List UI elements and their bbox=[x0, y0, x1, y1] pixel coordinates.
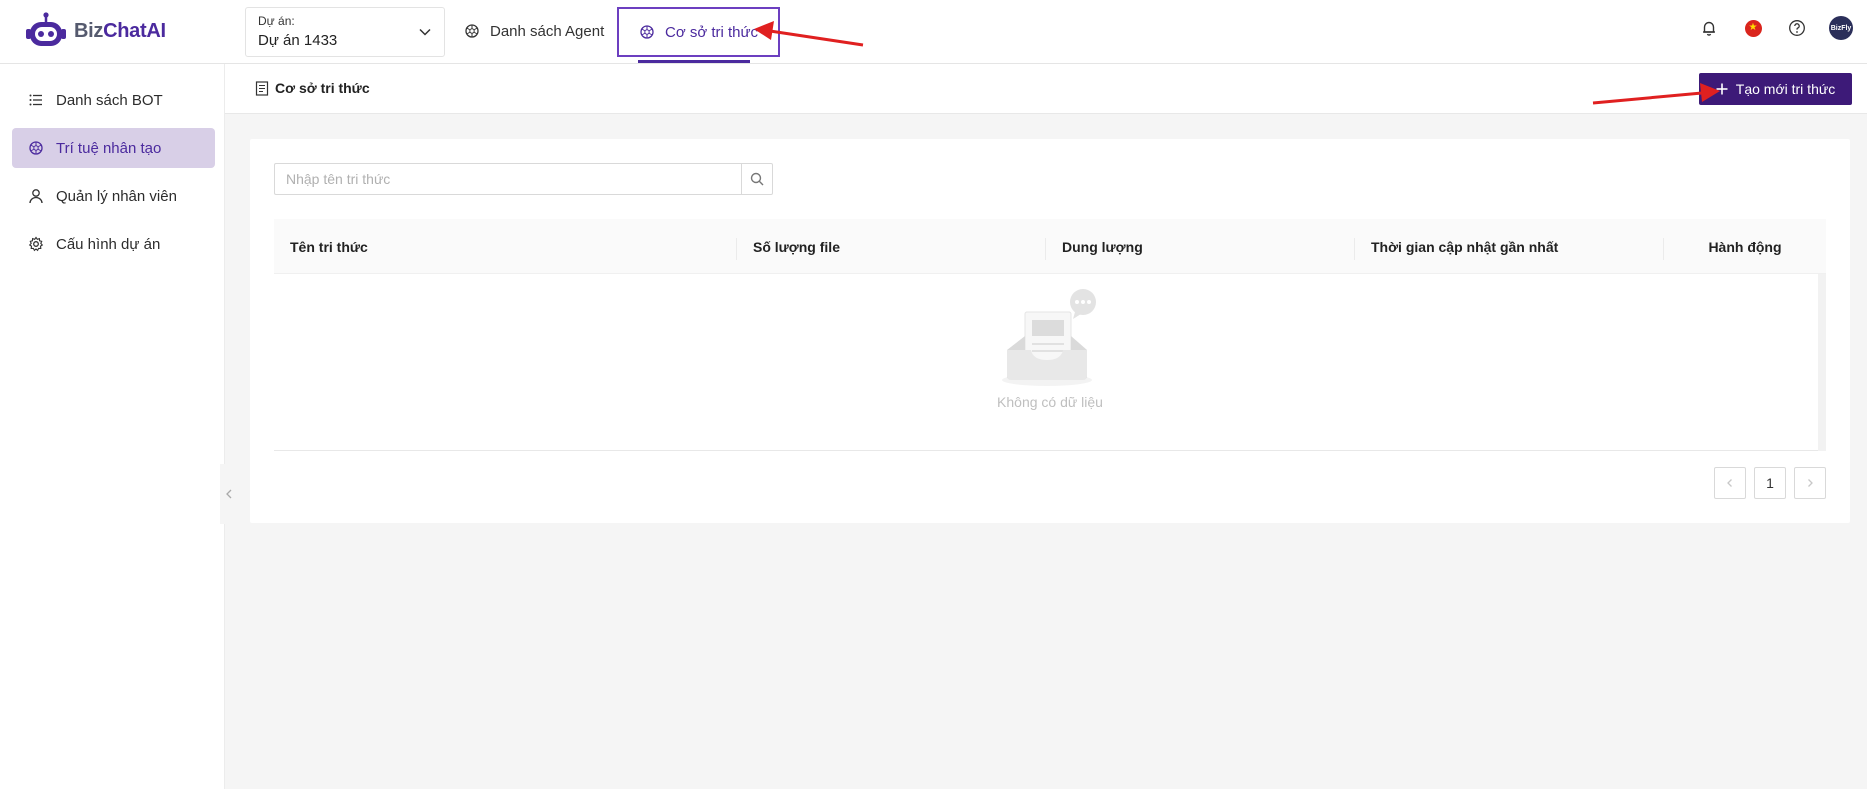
user-icon bbox=[29, 189, 43, 204]
sidebar-item-label: Trí tuệ nhân tạo bbox=[56, 139, 162, 157]
breadcrumb: Cơ sở tri thức bbox=[255, 80, 370, 96]
chevron-left-icon bbox=[226, 489, 232, 499]
tab-agent-list[interactable]: Danh sách Agent bbox=[464, 0, 604, 62]
top-header: BizChatAI Dự án: Dự án 1433 Danh sách Ag… bbox=[0, 0, 1867, 64]
sidebar: Danh sách BOT Trí tuệ nhân tạo Quản lý n… bbox=[0, 64, 225, 789]
empty-state: Không có dữ liệu bbox=[274, 288, 1826, 410]
user-avatar[interactable]: BizFly bbox=[1829, 16, 1853, 40]
sidebar-item-label: Quản lý nhân viên bbox=[56, 187, 177, 205]
table-header: Tên tri thức Số lượng file Dung lượng Th… bbox=[274, 219, 1826, 274]
sidebar-collapse-toggle[interactable] bbox=[220, 464, 238, 524]
notification-bell-button[interactable] bbox=[1697, 16, 1721, 40]
column-header-size: Dung lượng bbox=[1046, 219, 1355, 274]
pagination-page-1[interactable]: 1 bbox=[1754, 467, 1786, 499]
column-header-actions: Hành động bbox=[1708, 238, 1782, 255]
project-value: Dự án 1433 bbox=[258, 32, 338, 49]
logo-text-chatai: ChatAI bbox=[103, 19, 166, 42]
document-icon bbox=[255, 80, 269, 96]
knowledge-base-card: Tên tri thức Số lượng file Dung lượng Th… bbox=[250, 139, 1850, 523]
app-logo[interactable]: BizChatAI bbox=[26, 12, 166, 50]
empty-inbox-icon bbox=[1002, 289, 1096, 386]
sidebar-item-label: Cấu hình dự án bbox=[56, 235, 161, 253]
pagination: 1 bbox=[1714, 467, 1826, 499]
annotation-arrow-button bbox=[1592, 83, 1720, 105]
search-button[interactable] bbox=[741, 163, 773, 195]
pagination-prev-button[interactable] bbox=[1714, 467, 1746, 499]
language-switch-button[interactable]: ★ bbox=[1741, 16, 1765, 40]
table-body: Không có dữ liệu bbox=[274, 274, 1826, 451]
list-icon bbox=[29, 94, 42, 106]
search-icon bbox=[750, 172, 764, 186]
help-button[interactable] bbox=[1785, 16, 1809, 40]
vietnam-flag-icon: ★ bbox=[1744, 19, 1762, 37]
create-knowledge-label: Tạo mới tri thức bbox=[1735, 81, 1836, 97]
header-actions: ★ BizFly bbox=[1697, 16, 1853, 40]
gear-icon bbox=[28, 236, 44, 252]
knowledge-table: Tên tri thức Số lượng file Dung lượng Th… bbox=[274, 219, 1826, 451]
column-header-updated-time: Thời gian cập nhật gần nhất bbox=[1355, 219, 1664, 274]
page-title: Cơ sở tri thức bbox=[275, 80, 370, 96]
app-name: BizChatAI bbox=[74, 20, 166, 43]
ai-icon bbox=[29, 141, 43, 155]
empty-state-text: Không có dữ liệu bbox=[997, 394, 1103, 410]
active-tab-indicator bbox=[638, 60, 750, 63]
logo-text-biz: Biz bbox=[74, 19, 104, 42]
pagination-next-button[interactable] bbox=[1794, 467, 1826, 499]
sidebar-item-bot-list[interactable]: Danh sách BOT bbox=[12, 80, 215, 120]
openai-icon bbox=[465, 24, 479, 38]
column-header-name: Tên tri thức bbox=[274, 219, 737, 274]
robot-logo-icon bbox=[26, 12, 66, 46]
sidebar-item-ai[interactable]: Trí tuệ nhân tạo bbox=[12, 128, 215, 168]
chevron-left-icon bbox=[1727, 479, 1732, 487]
chevron-down-icon bbox=[419, 28, 431, 36]
tab-knowledge-base-label: Cơ sở tri thức bbox=[665, 23, 759, 41]
search-input[interactable] bbox=[274, 163, 741, 195]
chevron-right-icon bbox=[1808, 479, 1813, 487]
sidebar-item-label: Danh sách BOT bbox=[56, 91, 163, 109]
annotation-arrow-tab bbox=[754, 21, 864, 47]
project-label: Dự án: bbox=[258, 14, 295, 28]
sidebar-item-staff-management[interactable]: Quản lý nhân viên bbox=[12, 176, 215, 216]
project-select[interactable]: Dự án: Dự án 1433 bbox=[245, 7, 445, 57]
help-icon bbox=[1789, 20, 1805, 36]
tab-agent-list-label: Danh sách Agent bbox=[490, 22, 605, 40]
search-box bbox=[274, 163, 773, 195]
sidebar-item-project-settings[interactable]: Cấu hình dự án bbox=[12, 224, 215, 264]
bell-icon bbox=[1703, 21, 1715, 36]
openai-icon bbox=[640, 25, 654, 39]
column-header-file-count: Số lượng file bbox=[737, 219, 1046, 274]
